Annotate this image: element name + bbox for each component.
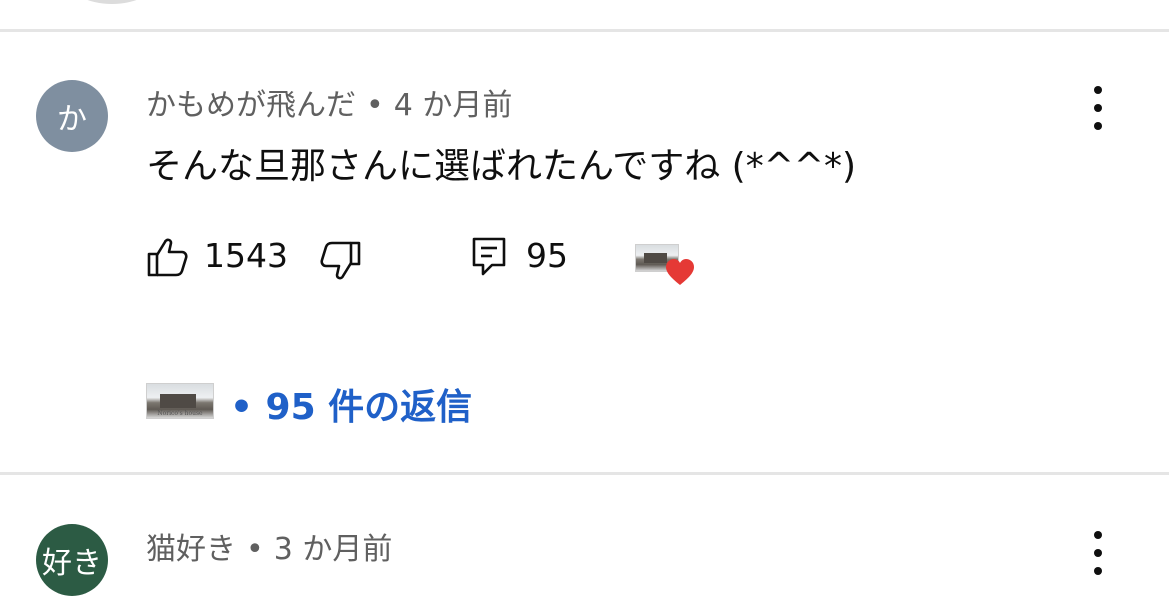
like-count: 1543 bbox=[204, 236, 288, 275]
comment-header: かもめが飛んだ • 4 か月前 bbox=[146, 80, 512, 124]
reply-button[interactable] bbox=[470, 236, 508, 278]
previous-avatar-remnant bbox=[66, 0, 158, 4]
dislike-button[interactable] bbox=[318, 240, 362, 282]
separator-dot: • bbox=[246, 532, 264, 567]
avatar-letter: か bbox=[57, 102, 87, 137]
comment-time[interactable]: 3 か月前 bbox=[274, 532, 393, 567]
channel-thumbnail: Norico's house bbox=[146, 383, 214, 419]
thumbs-up-icon bbox=[147, 238, 188, 277]
reply-count: 95 bbox=[526, 236, 568, 275]
comment-header: 猫好き • 3 か月前 bbox=[146, 524, 392, 568]
divider bbox=[0, 472, 1169, 475]
separator-dot: • bbox=[366, 88, 384, 123]
comment-text: そんな旦那さんに選ばれたんですね (*^^*) bbox=[146, 146, 857, 187]
heart-icon bbox=[666, 259, 694, 285]
author-name[interactable]: かもめが飛んだ bbox=[146, 88, 356, 123]
more-vert-icon-dot bbox=[1094, 122, 1102, 130]
comment-icon bbox=[472, 237, 506, 276]
like-button[interactable] bbox=[146, 236, 190, 278]
divider bbox=[0, 29, 1169, 32]
creator-heart-badge bbox=[635, 244, 697, 290]
thumbnail-caption: Norico's house bbox=[157, 410, 203, 417]
author-name[interactable]: 猫好き bbox=[146, 532, 236, 567]
avatar[interactable]: か bbox=[36, 80, 108, 152]
thumbs-down-icon bbox=[320, 241, 361, 280]
more-vert-icon-dot bbox=[1094, 549, 1102, 557]
view-replies-link[interactable]: • 95 件の返信 bbox=[230, 378, 472, 430]
avatar-letter: 好き bbox=[42, 546, 102, 581]
comment-time[interactable]: 4 か月前 bbox=[394, 88, 513, 123]
more-vert-icon-dot bbox=[1094, 104, 1102, 112]
more-vert-icon-dot bbox=[1094, 531, 1102, 539]
avatar[interactable]: 好き bbox=[36, 524, 108, 596]
more-vert-icon-dot bbox=[1094, 567, 1102, 575]
more-options-button[interactable] bbox=[1086, 86, 1110, 130]
more-options-button[interactable] bbox=[1086, 531, 1110, 575]
more-vert-icon-dot bbox=[1094, 86, 1102, 94]
